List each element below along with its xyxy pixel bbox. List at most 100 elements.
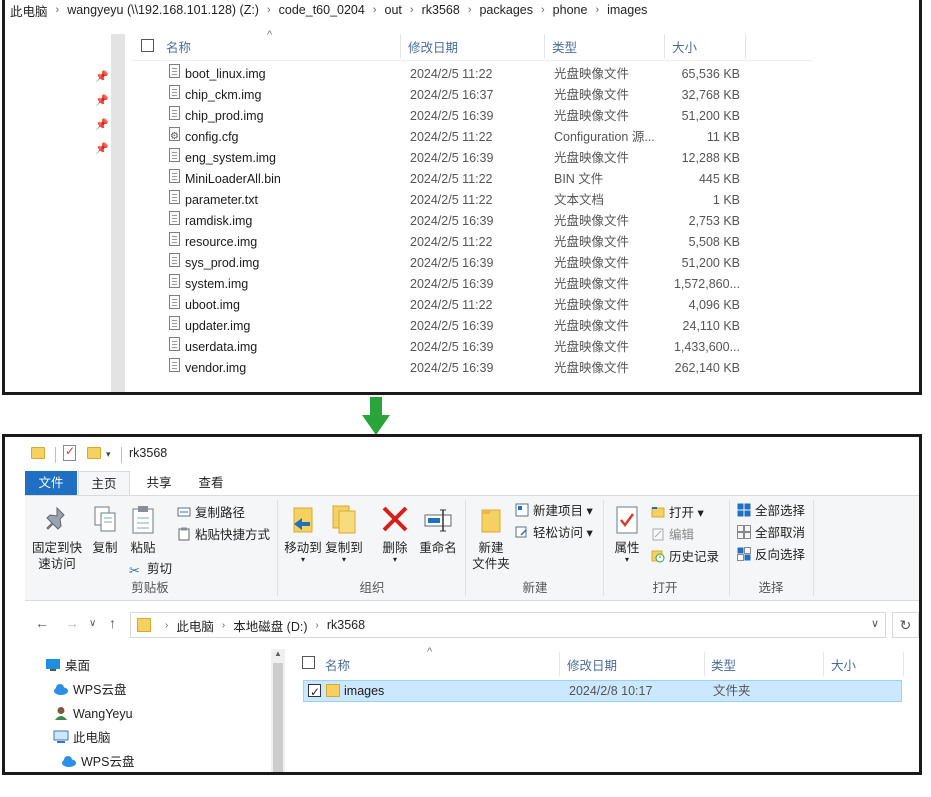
column-divider[interactable] [903,652,904,676]
sort-up-icon: ^ [427,646,433,658]
table-row[interactable]: vendor.img 2024/2/5 16:39 光盘映像文件 262,140 KB [165,358,765,379]
select-all-checkbox[interactable] [302,656,315,669]
breadcrumb-item[interactable]: packages [479,3,533,17]
table-row[interactable]: parameter.txt 2024/2/5 11:22 文本文档 1 KB [165,190,765,211]
column-divider[interactable] [559,652,560,676]
up-arrow-icon[interactable]: ↑ [109,615,116,631]
table-row[interactable]: resource.img 2024/2/5 11:22 光盘映像文件 5,508 KB [165,232,765,253]
nav-item-this-pc[interactable]: 此电脑 [53,727,111,749]
table-row[interactable]: chip_prod.img 2024/2/5 16:39 光盘映像文件 51,200 … [165,106,765,127]
file-size: 24,110 KB [682,319,740,333]
move-to-button[interactable]: 移动到 ▾ [283,504,323,564]
table-row[interactable]: MiniLoaderAll.bin 2024/2/5 11:22 BIN 文件 445… [165,169,765,190]
breadcrumb-item[interactable]: wangyeyu (\\192.168.101.128) (Z:) [67,3,259,17]
paste-shortcut-button[interactable]: 粘贴快捷方式 [177,526,270,544]
table-row[interactable]: chip_ckm.img 2024/2/5 16:37 光盘映像文件 32,768 K… [165,85,765,106]
table-row[interactable]: system.img 2024/2/5 16:39 光盘映像文件 1,572,860.… [165,274,765,295]
file-name: sys_prod.img [185,256,260,270]
nav-pane-scrollbar[interactable]: ▲ [271,649,285,772]
history-icon [651,549,665,563]
column-type[interactable]: 类型 [552,31,577,61]
address-item[interactable]: 本地磁盘 (D:) [233,616,307,635]
table-row[interactable]: ramdisk.img 2024/2/5 16:39 光盘映像文件 2,753 KB [165,211,765,232]
table-row[interactable]: uboot.img 2024/2/5 11:22 光盘映像文件 4,096 KB [165,295,765,316]
chevron-down-icon[interactable]: ∨ [871,617,879,630]
forward-arrow-icon[interactable]: → [65,615,79,631]
nav-item-user[interactable]: WangYeyu [53,703,133,725]
column-date[interactable]: 修改日期 [567,649,617,679]
table-row[interactable]: sys_prod.img 2024/2/5 16:39 光盘映像文件 51,200 K… [165,253,765,274]
table-row[interactable]: userdata.img 2024/2/5 16:39 光盘映像文件 1,433,60… [165,337,765,358]
table-row[interactable]: config.cfg 2024/2/5 11:22 Configuration 源.… [165,126,765,148]
copy-to-button[interactable]: 复制到 ▾ [323,504,365,564]
nav-item-desktop[interactable]: 桌面 [45,655,90,677]
tab-view[interactable]: 查看 [185,471,237,495]
new-folder-button[interactable]: 新建 文件夹 [469,504,513,572]
copy-path-button[interactable]: 复制路径 [177,504,245,522]
breadcrumb-item[interactable]: out [385,3,402,17]
cut-button[interactable]: ✂ 剪切 [129,560,172,578]
refresh-button[interactable]: ↻ [892,612,919,638]
column-size[interactable]: 大小 [672,31,697,61]
tab-file[interactable]: 文件 [25,471,77,495]
column-divider[interactable] [544,34,545,58]
column-divider[interactable] [704,652,705,676]
pin-quick-access-button[interactable]: 固定到快 速访问 [29,504,85,572]
copy-button[interactable]: 复制 [87,504,123,556]
table-row[interactable]: eng_system.img 2024/2/5 16:39 光盘映像文件 12,288… [165,148,765,169]
column-divider[interactable] [664,34,665,58]
properties-icon[interactable] [63,444,76,461]
recent-locations-icon[interactable]: ∨ [89,618,96,629]
invert-selection-button[interactable]: 反向选择 [737,546,805,564]
back-arrow-icon[interactable]: ← [35,615,49,631]
paste-button[interactable]: 粘贴 [125,504,161,556]
nav-pane-scrollbar[interactable] [111,34,125,392]
column-name[interactable]: 名称 [166,31,191,61]
tab-share[interactable]: 共享 [133,471,185,495]
file-type: 文本文档 [554,193,605,207]
folder-icon [137,618,151,632]
select-all-button[interactable]: 全部选择 [737,502,805,520]
breadcrumb-item[interactable]: code_t60_0204 [279,3,365,17]
column-size[interactable]: 大小 [831,649,856,679]
breadcrumb-item[interactable]: phone [553,3,588,17]
column-divider[interactable] [400,34,401,58]
breadcrumb-item[interactable]: 此电脑 [10,1,48,20]
select-none-button[interactable]: 全部取消 [737,524,805,542]
column-date[interactable]: 修改日期 [408,31,458,61]
scrollbar-thumb[interactable] [273,663,283,772]
column-divider[interactable] [823,652,824,676]
edit-button[interactable]: 编辑 [651,526,694,544]
history-button[interactable]: 历史记录 [651,548,719,566]
scroll-up-icon[interactable]: ▲ [274,649,282,658]
column-name[interactable]: 名称 [325,649,350,679]
file-name: parameter.txt [185,193,258,207]
column-type[interactable]: 类型 [711,649,736,679]
file-size: 51,200 KB [681,256,740,270]
nav-item-wps-cloud[interactable]: WPS云盘 [53,679,126,701]
breadcrumb-item[interactable]: images [607,3,647,17]
address-item[interactable]: 此电脑 [176,616,214,635]
address-bar[interactable]: › 此电脑 › 本地磁盘 (D:) › rk3568 ∨ [130,612,886,638]
easy-access-button[interactable]: 轻松访问 ▾ [515,524,593,542]
breadcrumb-item[interactable]: rk3568 [422,3,460,17]
address-item[interactable]: rk3568 [327,618,365,632]
select-all-checkbox[interactable] [141,39,154,52]
new-item-button[interactable]: 新建项目 ▾ [515,502,593,520]
file-type: 光盘映像文件 [554,151,630,165]
new-folder-icon[interactable] [87,447,101,459]
row-checkbox[interactable] [308,682,321,702]
customize-toolbar-icon[interactable]: ▾ [106,449,111,460]
breadcrumb[interactable]: 此电脑 › wangyeyu (\\192.168.101.128) (Z:) … [10,0,647,20]
properties-button[interactable]: 属性 ▾ [609,504,645,564]
nav-item-wps-cloud[interactable]: WPS云盘 [61,751,134,772]
tab-home[interactable]: 主页 [78,471,130,495]
open-button[interactable]: 打开 ▾ [651,504,704,522]
column-divider[interactable] [745,34,746,58]
copy-to-icon [329,504,359,536]
table-row[interactable]: updater.img 2024/2/5 16:39 光盘映像文件 24,110 KB [165,316,765,337]
table-row[interactable]: boot_linux.img 2024/2/5 11:22 光盘映像文件 65,536… [165,64,765,85]
delete-button[interactable]: 删除 ▾ [377,504,413,564]
rename-button[interactable]: 重命名 [417,504,459,556]
table-row[interactable]: images 2024/2/8 10:17 文件夹 [303,680,902,702]
